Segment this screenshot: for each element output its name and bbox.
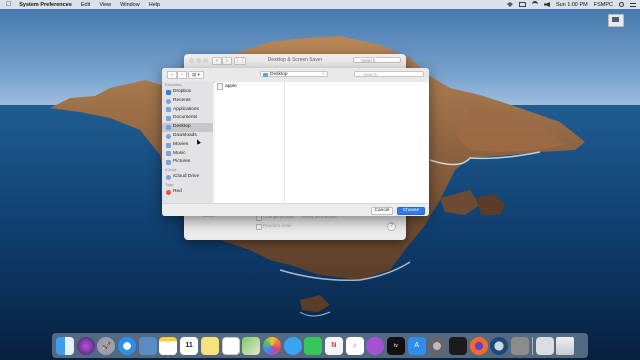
file-icon <box>217 82 223 90</box>
help-button[interactable]: ? <box>387 222 396 231</box>
dock-separator <box>531 336 533 355</box>
clock-icon <box>166 98 171 104</box>
cancel-button[interactable]: Cancel <box>371 207 393 215</box>
reminders-icon[interactable] <box>221 336 240 355</box>
calendar-icon[interactable]: 11 <box>180 336 199 355</box>
finder-icon[interactable] <box>56 336 74 355</box>
sidebar-item-pictures[interactable]: Pictures <box>162 158 213 167</box>
sidebar-item-recents[interactable]: Recents <box>162 97 213 106</box>
image-file-icon <box>608 14 624 27</box>
random-order-label: Random order <box>263 223 292 228</box>
photos-icon[interactable] <box>262 336 281 355</box>
sidebar-item-documents[interactable]: Documents <box>162 114 213 123</box>
status-area: Sun 1:00 PM FSMPC <box>506 0 636 9</box>
notes-icon[interactable] <box>159 336 178 355</box>
dock: 🚀 11 N ♪ tv A <box>52 333 588 358</box>
stocks-icon[interactable] <box>449 336 468 355</box>
user-name[interactable]: FSMPC <box>594 2 613 8</box>
desktop-icon <box>166 125 171 131</box>
dropbox-status-icon[interactable] <box>506 2 513 7</box>
music-note-icon <box>166 151 171 157</box>
menu-app-name[interactable]: System Preferences <box>19 2 72 8</box>
search-icon[interactable] <box>619 2 624 7</box>
back-button[interactable]: ‹ <box>167 71 177 79</box>
dropbox-icon <box>166 89 171 95</box>
downloads-folder-icon[interactable] <box>535 336 554 355</box>
facetime-icon[interactable] <box>304 336 323 355</box>
random-order-checkbox[interactable] <box>256 224 262 230</box>
panel-footer: Cancel Choose <box>162 203 429 216</box>
stickies-icon[interactable] <box>200 336 219 355</box>
cloud-icon <box>166 175 171 181</box>
download-icon <box>166 133 171 139</box>
nav-buttons: ‹ › <box>167 71 187 79</box>
red-tag-icon <box>166 189 171 195</box>
menu-view[interactable]: View <box>99 2 111 8</box>
airplay-icon[interactable] <box>518 2 526 7</box>
sidebar-item-movies[interactable]: Movies <box>162 141 213 150</box>
menu-edit[interactable]: Edit <box>81 2 90 8</box>
sidebar-item-icloud-drive[interactable]: iCloud Drive <box>162 173 213 182</box>
siri-icon[interactable] <box>76 336 95 355</box>
sidebar-item-applications[interactable]: Applications <box>162 106 213 115</box>
image-capture-icon[interactable] <box>511 336 530 355</box>
panel-search-input[interactable]: Search <box>354 71 424 77</box>
document-icon <box>166 116 171 122</box>
chevron-updown-icon: ⌃ <box>321 72 325 77</box>
prefs-search-input[interactable]: Search <box>353 57 401 63</box>
maps-icon[interactable] <box>242 336 261 355</box>
quicktime-icon[interactable] <box>490 336 509 355</box>
menu-help[interactable]: Help <box>149 2 160 8</box>
sidebar-item-dropbox[interactable]: Dropbox <box>162 88 213 97</box>
trash-icon[interactable] <box>556 336 575 355</box>
sidebar-item-downloads[interactable]: Downloads <box>162 132 213 141</box>
system-preferences-icon[interactable] <box>428 336 447 355</box>
safari-icon[interactable] <box>118 336 137 355</box>
folder-icon <box>263 73 268 77</box>
menu-window[interactable]: Window <box>120 2 140 8</box>
column-divider[interactable] <box>284 82 285 204</box>
film-icon <box>166 142 171 148</box>
applications-icon <box>166 107 171 113</box>
sidebar-item-desktop[interactable]: Desktop <box>162 123 213 132</box>
desktop-file-icon[interactable] <box>605 14 627 28</box>
location-popup[interactable]: Desktop ⌃ <box>260 71 328 77</box>
menu-bar:  System Preferences Edit View Window He… <box>0 0 640 9</box>
file-item-apple[interactable]: apple <box>217 82 237 90</box>
choose-button[interactable]: Choose <box>397 207 425 215</box>
camera-icon <box>166 160 171 166</box>
sidebar-item-tag-red[interactable]: Red <box>162 188 213 197</box>
podcasts-icon[interactable] <box>366 336 385 355</box>
wifi-icon[interactable] <box>531 1 538 8</box>
sidebar-item-music[interactable]: Music <box>162 150 213 159</box>
file-browser: apple <box>215 82 429 204</box>
clock[interactable]: Sun 1:00 PM <box>556 2 588 8</box>
messages-icon[interactable] <box>283 336 302 355</box>
forward-button[interactable]: › <box>177 71 187 79</box>
view-mode-button[interactable]: ▤ ▾ <box>188 71 204 79</box>
tv-icon[interactable]: tv <box>387 336 405 355</box>
music-icon[interactable]: ♪ <box>345 336 364 355</box>
launchpad-icon[interactable]: 🚀 <box>97 336 116 355</box>
firefox-icon[interactable] <box>469 336 488 355</box>
list-icon[interactable] <box>630 2 636 7</box>
volume-icon[interactable] <box>543 2 550 7</box>
open-panel: ‹ › ▤ ▾ Desktop ⌃ Search Favorites Dropb… <box>162 68 429 216</box>
app-store-icon[interactable]: A <box>407 336 426 355</box>
panel-sidebar: Favorites Dropbox Recents Applications D… <box>162 82 213 204</box>
panel-toolbar: ‹ › ▤ ▾ Desktop ⌃ Search <box>162 68 429 83</box>
apple-menu-icon[interactable]:  <box>6 0 11 9</box>
news-icon[interactable]: N <box>324 336 343 355</box>
preview-icon[interactable] <box>138 336 157 355</box>
